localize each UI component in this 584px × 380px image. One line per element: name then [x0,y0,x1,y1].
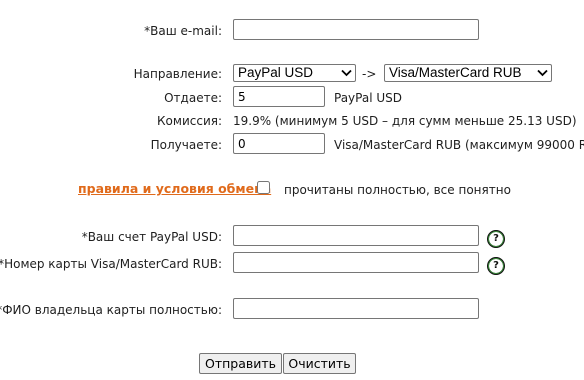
chevron-down-icon [537,69,548,77]
terms-link[interactable]: правила и условия обмена [78,181,271,197]
give-amount-field[interactable] [233,86,325,107]
direction-from-value: PayPal USD [238,65,314,80]
card-holder-field[interactable] [233,298,479,319]
question-circle-icon[interactable]: ? [487,230,505,248]
direction-from-select[interactable]: PayPal USD [233,64,356,82]
chevron-down-icon [341,69,352,77]
give-label: Отдаете: [164,91,222,105]
question-circle-icon[interactable]: ? [487,257,505,275]
terms-text: прочитаны полностью, все понятно [284,183,511,197]
direction-label: Направление: [133,67,222,81]
email-field[interactable] [233,19,479,40]
card-number-field[interactable] [233,252,479,273]
terms-checkbox[interactable] [257,181,270,194]
receive-note: Visa/MasterCard RUB (максимум 99000 RUB) [334,138,584,152]
direction-to-select[interactable]: Visa/MasterCard RUB [384,64,552,82]
holder-label: *ФИО владельца карты полностью: [0,303,222,317]
receive-label: Получаете: [150,138,222,152]
fee-text: 19.9% (минимум 5 USD – для сумм меньше 2… [233,114,577,128]
direction-to-value: Visa/MasterCard RUB [389,65,522,80]
paypal-account-field[interactable] [233,225,479,246]
card-label: *Номер карты Visa/MasterCard RUB: [0,257,222,271]
email-label: *Ваш e-mail: [144,24,222,38]
submit-button[interactable]: Отправить [199,353,282,374]
direction-arrow: -> [362,67,377,81]
fee-label: Комиссия: [157,114,222,128]
give-currency: PayPal USD [334,91,402,105]
account-label: *Ваш счет PayPal USD: [81,230,222,244]
receive-amount-field[interactable] [233,133,325,154]
reset-button[interactable]: Очистить [283,353,356,374]
